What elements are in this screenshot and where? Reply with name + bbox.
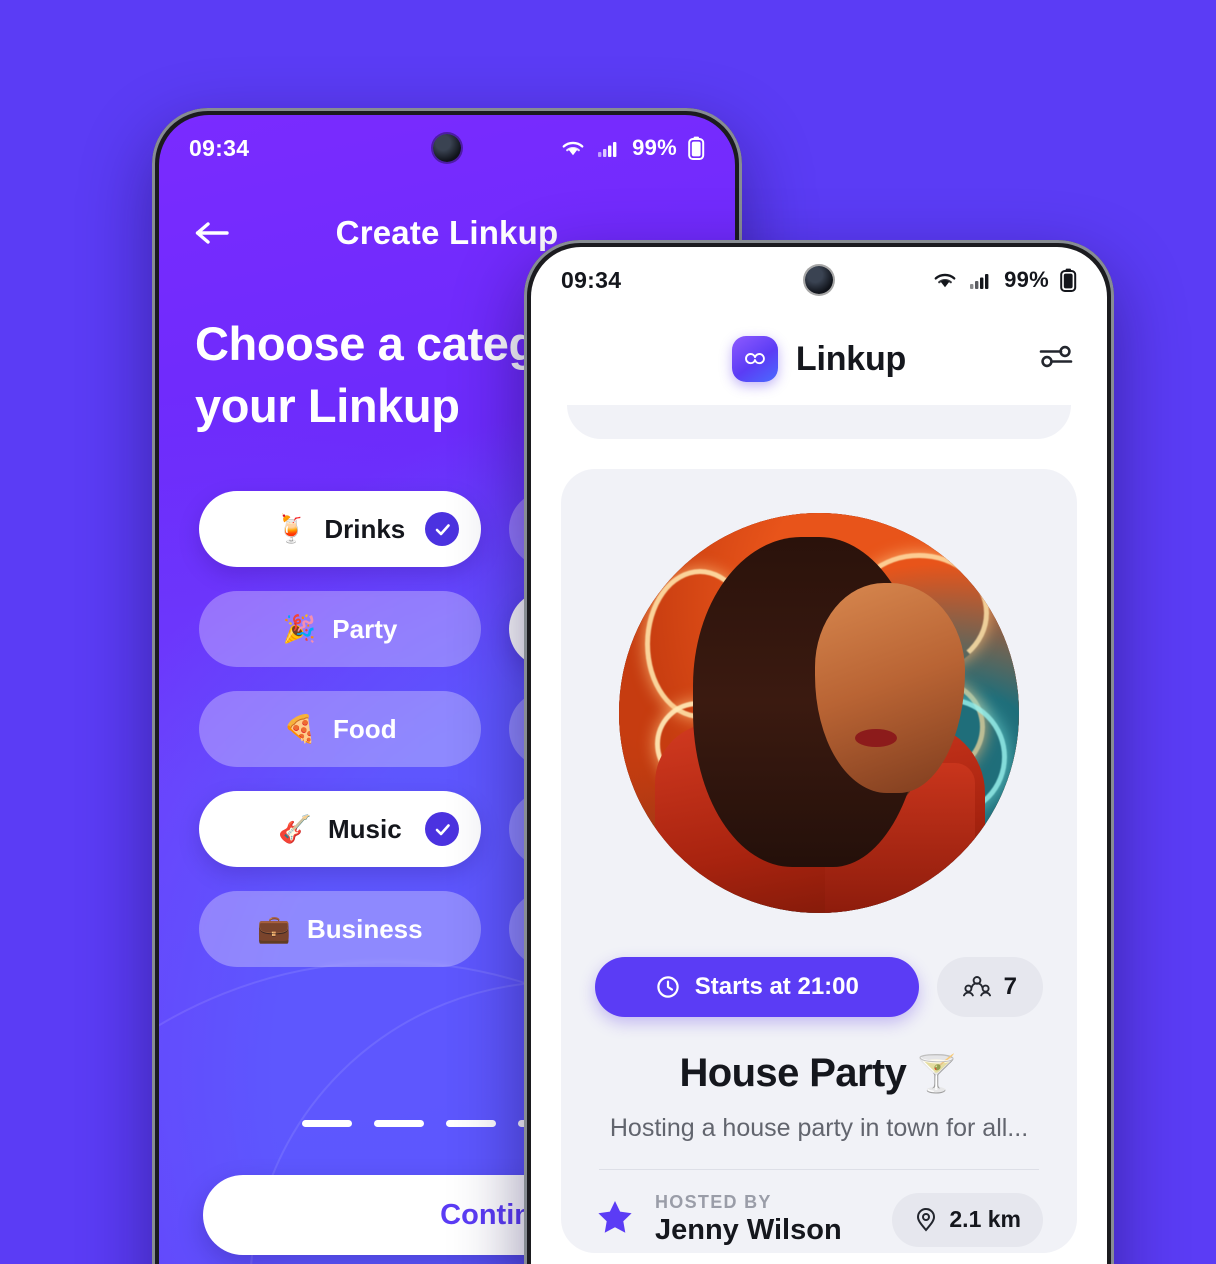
status-time: 09:34 [189, 134, 250, 161]
chip-label: Party [332, 613, 398, 644]
linkup-logo-icon [731, 336, 778, 382]
progress-dash [302, 1120, 352, 1127]
right-phone-screen: 09:34 99% Linkup Starts at 21:00 7 House… [531, 247, 1107, 1264]
status-time: 09:34 [561, 266, 622, 293]
distance-pill[interactable]: 2.1 km [892, 1192, 1043, 1247]
progress-dash [446, 1120, 496, 1127]
location-pin-icon [917, 1207, 936, 1232]
category-column-primary: 🍹 Drinks 🎉 Party 🍕 Food 🎸 Music 💼 Busine… [199, 491, 481, 968]
previous-card-peek [567, 405, 1071, 439]
briefcase-emoji: 💼 [257, 913, 291, 944]
starts-at-pill[interactable]: Starts at 21:00 [595, 957, 919, 1017]
camera-punchhole-icon [433, 134, 461, 162]
category-chip-food[interactable]: 🍕 Food [199, 691, 481, 768]
category-chip-drinks[interactable]: 🍹 Drinks [199, 491, 481, 568]
attendees-pill[interactable]: 7 [936, 957, 1043, 1017]
cocktail-glass-emoji: 🍸 [914, 1053, 959, 1094]
guitar-emoji: 🎸 [278, 813, 312, 844]
brand-lockup: Linkup [731, 336, 907, 382]
starts-at-label: Starts at 21:00 [694, 973, 859, 1000]
battery-icon [1060, 268, 1077, 292]
chip-label: Music [327, 813, 402, 844]
star-icon [595, 1197, 635, 1242]
event-card[interactable]: Starts at 21:00 7 House Party 🍸 Hosting … [561, 469, 1077, 1254]
cellular-signal-icon [970, 274, 989, 289]
event-description: Hosting a house party in town for all... [609, 1114, 1029, 1142]
distance-label: 2.1 km [949, 1206, 1021, 1233]
event-meta-row: Starts at 21:00 7 [595, 957, 1043, 1017]
card-divider [599, 1169, 1039, 1170]
cellular-signal-icon [598, 142, 617, 157]
host-name: Jenny Wilson [655, 1214, 842, 1247]
app-bar: Linkup [531, 313, 1107, 405]
lips-shape [855, 729, 897, 747]
event-image-wrap [595, 513, 1043, 913]
chip-label: Business [307, 913, 423, 944]
face-shape [815, 583, 965, 793]
category-chip-business[interactable]: 💼 Business [199, 891, 481, 968]
host-row: HOSTED BY Jenny Wilson 2.1 km [595, 1192, 1043, 1253]
battery-percent: 99% [632, 135, 677, 160]
event-photo [619, 513, 1019, 913]
filter-sliders-icon [1039, 345, 1073, 368]
chip-label: Drinks [324, 513, 406, 544]
battery-icon [688, 136, 705, 160]
progress-dash [374, 1120, 424, 1127]
chip-label: Food [333, 713, 397, 744]
check-icon [425, 812, 459, 847]
back-arrow-icon [195, 222, 229, 244]
attendees-count: 7 [1003, 973, 1017, 1000]
tropical-drink-emoji: 🍹 [274, 513, 309, 544]
filter-button[interactable] [1037, 342, 1075, 377]
event-feed[interactable]: Starts at 21:00 7 House Party 🍸 Hosting … [531, 405, 1107, 1264]
category-chip-music[interactable]: 🎸 Music [199, 791, 481, 868]
wifi-icon [562, 141, 584, 156]
left-status-bar: 09:34 99% [159, 115, 735, 181]
check-icon [425, 512, 459, 547]
party-popper-emoji: 🎉 [282, 613, 317, 644]
host-info: HOSTED BY Jenny Wilson [655, 1192, 842, 1247]
clock-icon [657, 976, 679, 998]
pizza-emoji: 🍕 [283, 713, 318, 744]
event-title-row: House Party 🍸 [595, 1051, 1043, 1096]
group-people-icon [962, 976, 991, 997]
camera-punchhole-icon [805, 266, 833, 294]
event-title: House Party [679, 1051, 907, 1095]
right-status-bar: 09:34 99% [531, 247, 1107, 313]
brand-name: Linkup [795, 339, 907, 378]
battery-percent: 99% [1004, 267, 1049, 292]
wifi-icon [934, 273, 956, 288]
back-button[interactable] [189, 210, 235, 256]
right-phone-mockup: 09:34 99% Linkup Starts at 21:00 7 House… [524, 240, 1114, 1264]
category-chip-party[interactable]: 🎉 Party [199, 591, 481, 668]
hosted-by-label: HOSTED BY [655, 1192, 772, 1212]
